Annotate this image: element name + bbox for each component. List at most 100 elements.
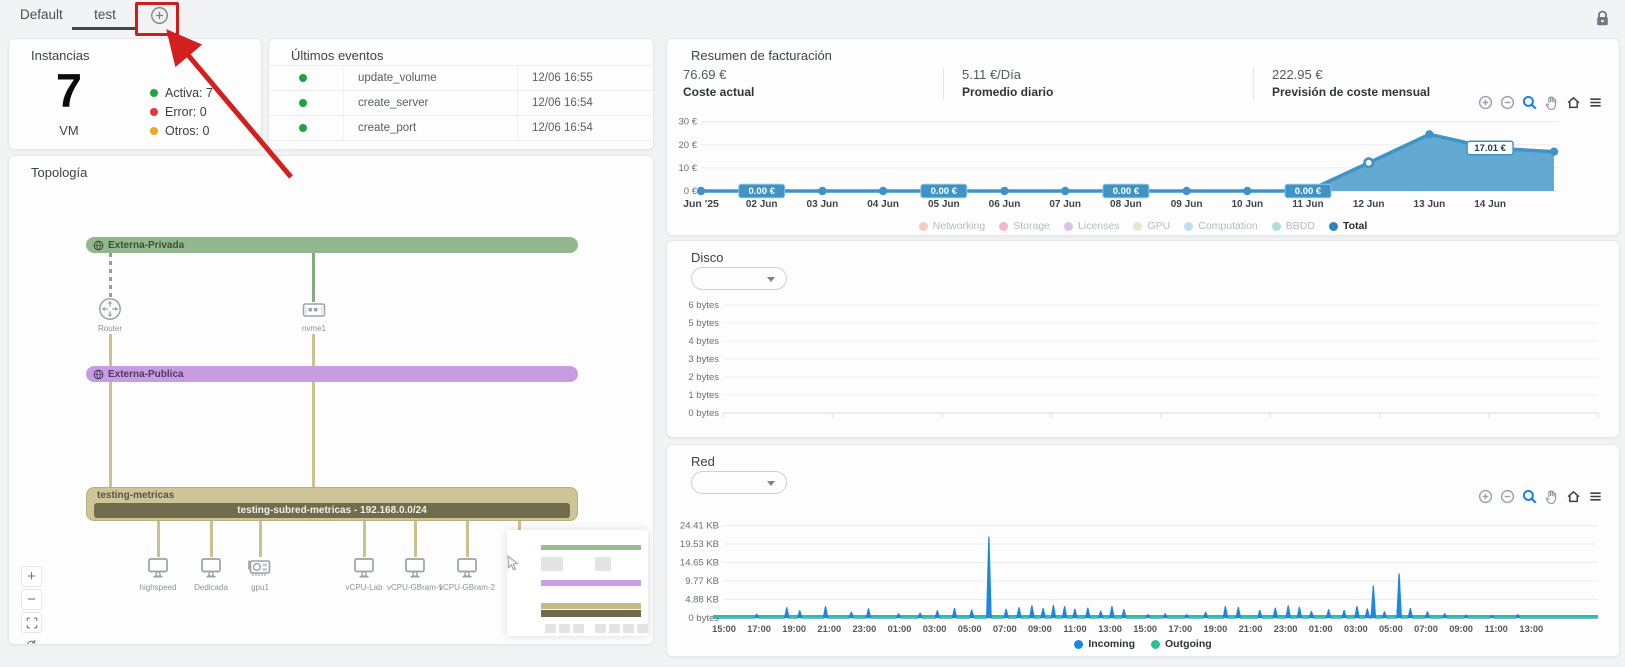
status-dot-icon <box>298 124 307 132</box>
svg-text:09:00: 09:00 <box>1028 624 1052 634</box>
topology-refresh-button[interactable] <box>21 635 42 644</box>
dashboard-root: Default test Instancias 7 VM Activa: 7 E… <box>0 0 1625 667</box>
network-testing-metricas[interactable]: testing-metricas testing-subred-metricas… <box>86 487 578 521</box>
disk-card: Disco 6 bytes 5 bytes 4 bytes 3 bytes 2 byte… <box>666 240 1620 438</box>
router-node[interactable] <box>98 297 122 326</box>
legend-dot-icon <box>1271 221 1281 231</box>
tab-test[interactable]: test <box>72 7 138 22</box>
svg-text:05 Jun: 05 Jun <box>928 199 960 210</box>
zoom-select-icon[interactable] <box>1522 489 1537 504</box>
chevron-down-icon <box>767 277 775 282</box>
svg-text:23:00: 23:00 <box>853 624 877 634</box>
svg-text:1 bytes: 1 bytes <box>688 390 719 401</box>
legend-item-incoming[interactable]: Incoming <box>1074 638 1135 650</box>
svg-text:03:00: 03:00 <box>1344 624 1368 634</box>
port-icon <box>302 303 326 317</box>
svg-text:19:00: 19:00 <box>782 624 806 634</box>
link-vm-subnet <box>209 521 213 557</box>
legend-dot-icon <box>1328 221 1338 231</box>
zoom-out-icon[interactable] <box>1500 489 1515 504</box>
svg-text:0.00 €: 0.00 € <box>1113 186 1140 197</box>
port-node[interactable] <box>302 302 326 323</box>
status-dot-icon <box>298 99 307 107</box>
zoom-in-icon[interactable] <box>1478 489 1493 504</box>
svg-text:21:00: 21:00 <box>1239 624 1263 634</box>
topology-zoom-in-button[interactable]: + <box>21 566 42 587</box>
legend-item-storage[interactable]: Storage <box>999 220 1050 232</box>
legend-dot-icon <box>918 221 928 231</box>
instances-title: Instancias <box>31 48 90 63</box>
zoom-out-icon[interactable] <box>1500 95 1515 110</box>
plus-circle-icon <box>150 6 169 28</box>
legend-item-bbdd[interactable]: BBDD <box>1271 220 1315 232</box>
billing-chart[interactable]: 0 € 10 € 20 € 30 € Jun '25 02 Jun 03 Jun 04 Jun… <box>673 111 1613 217</box>
network-chart[interactable]: 0 bytes4.88 KB9.77 KB14.65 KB19.53 KB24.… <box>673 505 1613 655</box>
event-time: 12/06 16:54 <box>517 116 653 140</box>
svg-text:14.65 KB: 14.65 KB <box>680 558 719 569</box>
legend-dot-icon <box>1133 221 1143 231</box>
menu-icon[interactable] <box>1588 489 1603 504</box>
billing-stats: 76.69 € Coste actual 5.11 €/Día Promedio… <box>683 67 1583 99</box>
legend-item-outgoing[interactable]: Outgoing <box>1151 638 1212 650</box>
menu-icon[interactable] <box>1588 95 1603 110</box>
svg-text:0.00 €: 0.00 € <box>931 186 958 197</box>
legend-item-networking[interactable]: Networking <box>918 220 985 232</box>
events-table: update_volume 12/06 16:55 create_server … <box>269 65 653 141</box>
network-legend: Incoming Outgoing <box>667 638 1619 650</box>
legend-dot-icon <box>1064 221 1074 231</box>
tab-default[interactable]: Default <box>20 7 63 22</box>
event-row[interactable]: update_volume 12/06 16:55 <box>269 65 653 90</box>
zoom-select-icon[interactable] <box>1522 95 1537 110</box>
zoom-in-icon[interactable] <box>1478 95 1493 110</box>
svg-text:17:00: 17:00 <box>747 624 771 634</box>
svg-text:09:00: 09:00 <box>1449 624 1473 634</box>
svg-text:07:00: 07:00 <box>1414 624 1438 634</box>
link-vm-subnet <box>465 521 469 557</box>
event-name: create_port <box>343 116 517 140</box>
network-externa-publica[interactable]: Externa-Publica <box>86 366 578 382</box>
topology-fit-view-button[interactable] <box>21 612 42 633</box>
svg-text:01:00: 01:00 <box>888 624 912 634</box>
lock-icon[interactable] <box>1595 10 1611 28</box>
topology-minimap[interactable] <box>507 530 648 636</box>
legend-item-computation[interactable]: Computation <box>1184 220 1258 232</box>
subnet-bar[interactable]: testing-subred-metricas - 192.168.0.0/24 <box>94 503 570 518</box>
pan-icon[interactable] <box>1544 489 1559 504</box>
pan-icon[interactable] <box>1544 95 1559 110</box>
link-vm-subnet <box>258 521 262 557</box>
link-router-externa-privada <box>109 253 112 297</box>
svg-text:0 €: 0 € <box>684 186 698 197</box>
vm-unit-label: VM <box>59 123 79 138</box>
network-externa-privada[interactable]: Externa-Privada <box>86 237 578 253</box>
svg-text:0 bytes: 0 bytes <box>688 408 719 419</box>
add-tab-button[interactable] <box>146 6 172 28</box>
svg-text:3 bytes: 3 bytes <box>688 354 719 365</box>
svg-text:4 bytes: 4 bytes <box>688 336 719 347</box>
red-dot-icon <box>150 107 158 116</box>
home-icon[interactable] <box>1566 489 1581 504</box>
network-filter-select[interactable] <box>691 471 787 494</box>
globe-icon <box>93 240 104 251</box>
svg-text:03 Jun: 03 Jun <box>807 199 839 210</box>
svg-text:07:00: 07:00 <box>993 624 1017 634</box>
svg-text:11:00: 11:00 <box>1063 624 1086 634</box>
svg-text:15:00: 15:00 <box>1133 624 1157 634</box>
home-icon[interactable] <box>1566 95 1581 110</box>
blue-dot-icon <box>1074 639 1084 649</box>
disk-filter-select[interactable] <box>691 267 787 290</box>
svg-text:4.88 KB: 4.88 KB <box>685 595 719 606</box>
legend-item-total[interactable]: Total <box>1328 220 1367 232</box>
status-dot-icon <box>298 74 307 82</box>
event-row[interactable]: create_server 12/06 16:54 <box>269 90 653 115</box>
topology-zoom-out-button[interactable]: − <box>21 589 42 610</box>
event-row[interactable]: create_port 12/06 16:54 <box>269 115 653 140</box>
svg-text:04 Jun: 04 Jun <box>867 199 899 210</box>
disk-chart[interactable]: 6 bytes 5 bytes 4 bytes 3 bytes 2 bytes 1 byt… <box>673 297 1613 425</box>
svg-text:9.77 KB: 9.77 KB <box>685 576 719 587</box>
billing-card: Resumen de facturación 76.69 € Coste act… <box>666 38 1620 236</box>
legend-item-licenses[interactable]: Licenses <box>1064 220 1119 232</box>
legend-item-gpu[interactable]: GPU <box>1133 220 1170 232</box>
mouse-cursor-icon <box>506 555 520 578</box>
svg-text:01:00: 01:00 <box>1309 624 1333 634</box>
router-icon <box>99 298 121 320</box>
